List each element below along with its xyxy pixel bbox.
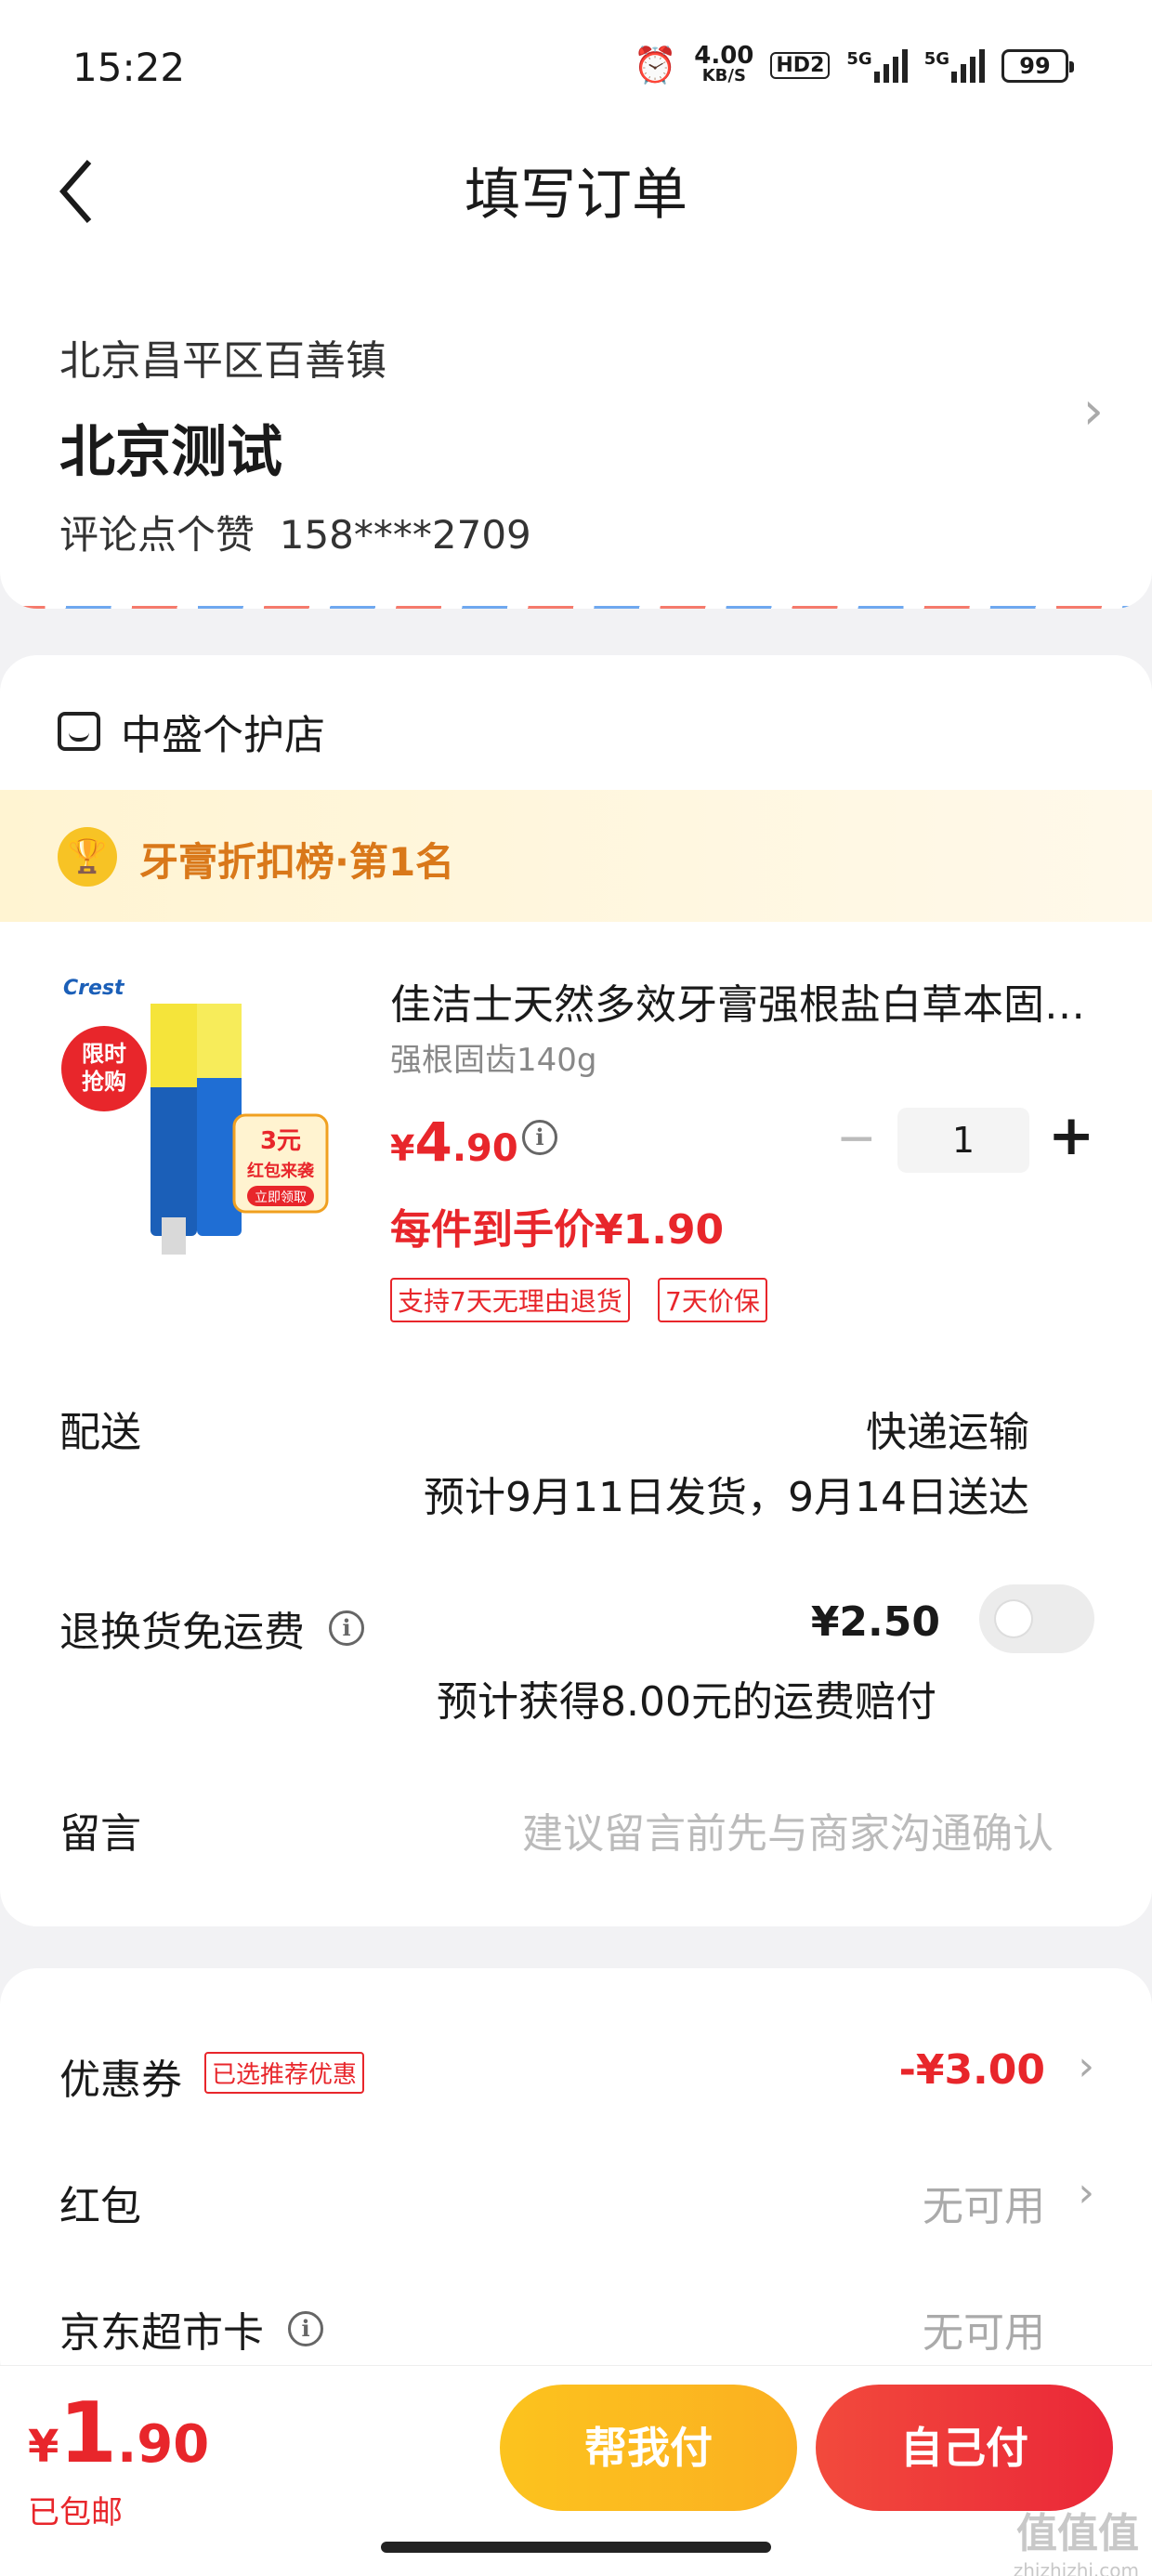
flash-text: 限时 (82, 1041, 126, 1067)
contact-name: 评论点个赞 (59, 512, 255, 558)
hd-icon: HD2 (770, 52, 831, 79)
address-card[interactable]: 北京昌平区百善镇 北京测试 评论点个赞 158****2709 › (0, 288, 1152, 609)
product-spec: 强根固齿140g (390, 1042, 597, 1079)
total-currency: ¥ (28, 2421, 59, 2473)
return-ship-price: ¥2.50 (810, 1598, 940, 1646)
watermark-line1: 值值值 (1016, 2510, 1139, 2557)
price-int: 4 (414, 1111, 452, 1174)
total-dec: .90 (117, 2414, 210, 2475)
product-price: ¥4.90 (390, 1111, 518, 1174)
red-packet-label: 红包 (59, 2183, 141, 2230)
coupon-action: 立即领取 (255, 1190, 307, 1205)
price-dec: .90 (452, 1127, 518, 1170)
message-label: 留言 (59, 1810, 141, 1858)
chevron-right-icon: › (1078, 2043, 1094, 2090)
shipping-label: 配送 (59, 1409, 141, 1456)
total-price: ¥1.90 (28, 2385, 209, 2482)
product-image[interactable]: Crest 限时 抢购 3元 红包来袭 立即领取 (58, 966, 353, 1262)
page-title: 填写订单 (465, 163, 687, 228)
coupon-text: 红包来袭 (247, 1161, 315, 1181)
product-title[interactable]: 佳洁士天然多效牙膏强根盐白草本固齿清新口气140g (390, 971, 1106, 1031)
discounts-card: 优惠券 已选推荐优惠 -¥3.00 › 红包 无可用 › 京东超市卡 i 无可用 (0, 1968, 1152, 2396)
watermark: 值值值 zhizhizhi.com (1014, 2500, 1139, 2576)
net-speed-unit: KB/S (701, 65, 746, 85)
price-currency: ¥ (390, 1128, 415, 1169)
return-ship-toggle[interactable] (979, 1584, 1094, 1653)
shipping-eta: 预计9月11日发货，9月14日送达 (424, 1474, 1029, 1521)
net-speed: 4.00 KB/S (694, 41, 754, 86)
help-pay-button[interactable]: 帮我付 (500, 2385, 797, 2511)
return-ship-label: 退换货免运费 (59, 1609, 305, 1656)
status-bar: 15:22 ⏰ 4.00 KB/S HD2 5G 5G 99 (0, 0, 1152, 130)
flash-text-2: 抢购 (82, 1069, 126, 1095)
coupon-value[interactable]: -¥3.00 (899, 2046, 1045, 2094)
return-ship-row: 退换货免运费 i (59, 1598, 364, 1658)
home-indicator[interactable] (381, 2542, 771, 2553)
store-header[interactable]: 中盛个护店 (58, 702, 325, 761)
coupon-label: 优惠券 (59, 2057, 182, 2104)
store-icon (58, 712, 100, 751)
self-pay-button[interactable]: 自己付 (816, 2385, 1113, 2511)
return-ship-note: 预计获得8.00元的运费赔付 (437, 1678, 936, 1726)
info-icon[interactable]: i (288, 2311, 323, 2346)
info-icon: i (522, 1120, 557, 1155)
rank-banner[interactable]: 🏆 牙膏折扣榜·第1名 (0, 790, 1152, 922)
address-contact: 评论点个赞 158****2709 (59, 504, 531, 560)
alarm-icon: ⏰ (633, 45, 678, 85)
quantity-input[interactable]: 1 (897, 1108, 1029, 1173)
status-time: 15:22 (72, 45, 186, 90)
status-icons: ⏰ 4.00 KB/S HD2 5G 5G 99 (633, 41, 1074, 86)
chevron-right-icon: › (1078, 2169, 1094, 2216)
store-name: 中盛个护店 (121, 712, 325, 759)
trophy-icon: 🏆 (58, 827, 117, 887)
chevron-right-icon: › (1082, 381, 1104, 441)
address-region: 北京昌平区百善镇 (59, 337, 386, 385)
free-shipping-label: 已包邮 (28, 2494, 123, 2531)
info-icon[interactable]: i (329, 1610, 364, 1646)
page-header: 填写订单 (0, 130, 1152, 288)
product-illustration: Crest 限时 抢购 3元 红包来袭 立即领取 (61, 977, 329, 1255)
tag-price-protect: 7天价保 (658, 1278, 767, 1322)
coupon-tag: 已选推荐优惠 (204, 2052, 365, 2094)
jd-card-row: 京东超市卡 i (59, 2299, 323, 2359)
watermark-line2: zhizhizhi.com (1013, 2559, 1139, 2576)
jd-card-label: 京东超市卡 (59, 2309, 264, 2357)
tag-7day-return: 支持7天无理由退货 (390, 1278, 630, 1322)
envelope-stripe (0, 606, 1152, 609)
address-detail: 北京测试 (59, 420, 282, 485)
brand-text: Crest (63, 977, 125, 1000)
total-int: 1 (59, 2385, 118, 2482)
message-input[interactable]: 建议留言前先与商家沟通确认 (522, 1800, 1054, 1860)
shipping-method[interactable]: 快递运输 (866, 1399, 1029, 1458)
quantity-plus-button[interactable]: + (1048, 1103, 1094, 1168)
rank-text: 牙膏折扣榜·第1名 (139, 839, 455, 885)
net-speed-value: 4.00 (694, 41, 754, 70)
coupon-amount: 3元 (260, 1127, 301, 1155)
signal-2-icon: 5G (923, 48, 985, 83)
price-info-button[interactable]: i (522, 1120, 557, 1155)
battery-icon: 99 (1001, 48, 1074, 83)
signal-1-label: 5G (846, 48, 872, 69)
contact-phone: 158****2709 (279, 512, 531, 558)
signal-2-label: 5G (923, 48, 949, 69)
signal-1-icon: 5G (846, 48, 908, 83)
red-packet-value[interactable]: 无可用 (923, 2173, 1045, 2232)
store-card: 中盛个护店 🏆 牙膏折扣榜·第1名 Crest 限时 抢购 3元 红包来袭 立即… (0, 655, 1152, 1926)
quantity-minus-button[interactable]: − (836, 1111, 877, 1166)
jd-card-value[interactable]: 无可用 (923, 2299, 1045, 2359)
per-item-price: 每件到手价¥1.90 (390, 1206, 725, 1254)
